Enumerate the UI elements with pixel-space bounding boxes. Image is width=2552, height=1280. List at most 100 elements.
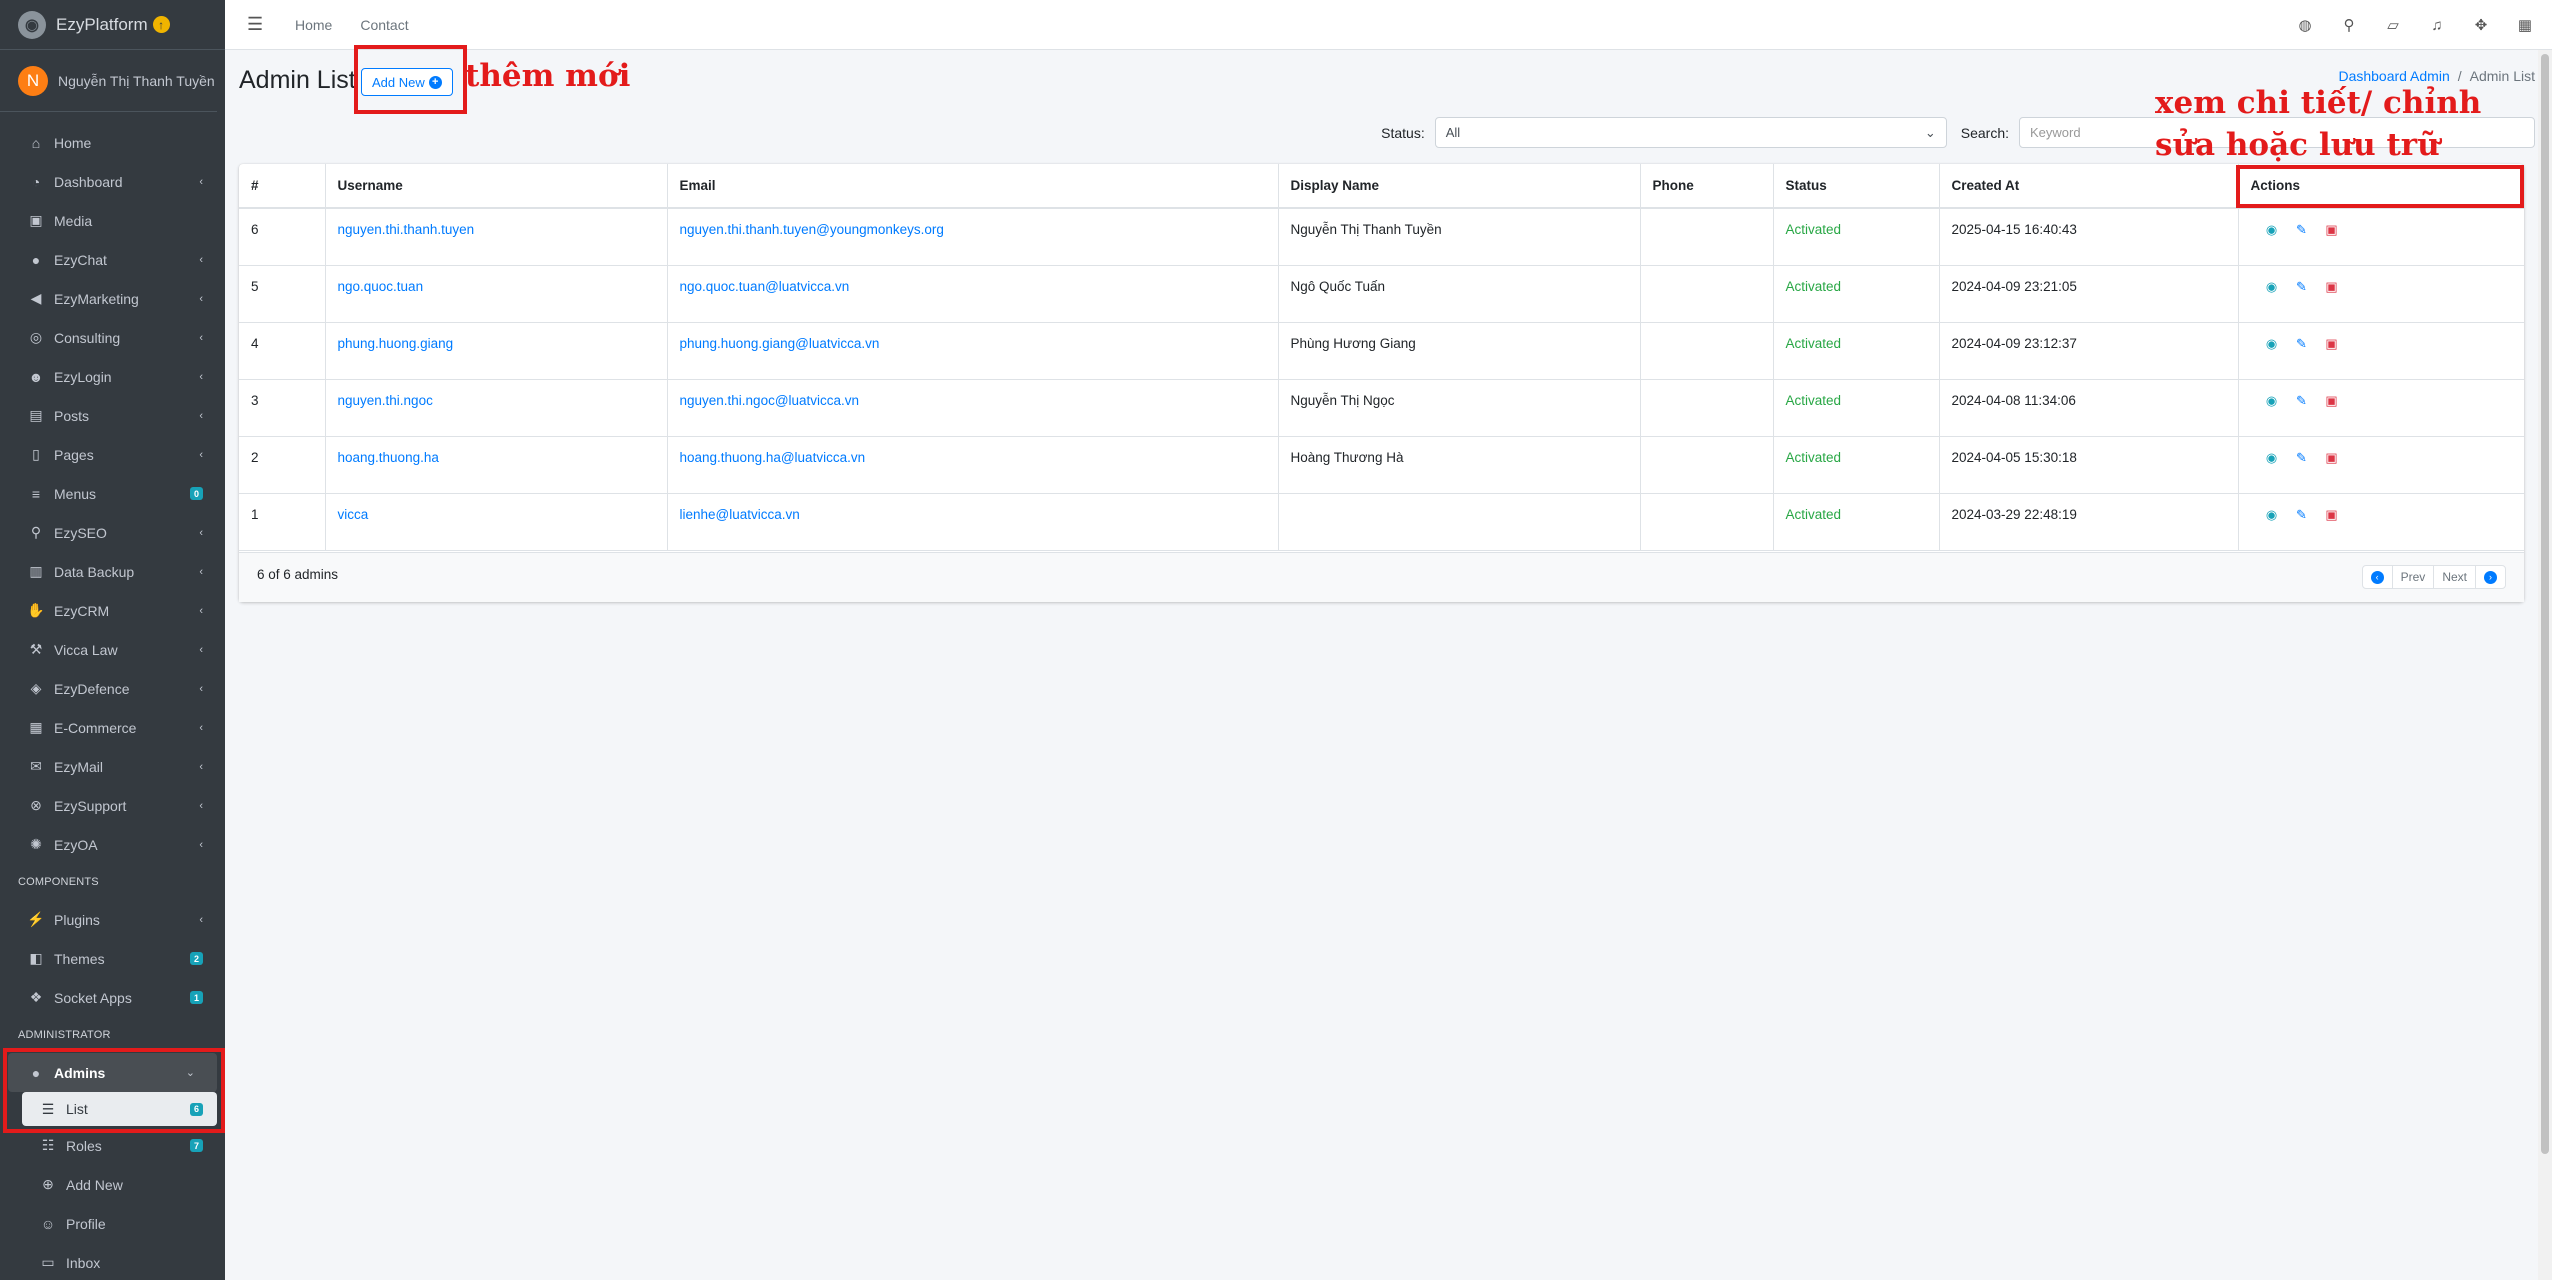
page-scrollbar[interactable] [2538,50,2552,1280]
sidebar-item-vicca-law[interactable]: ⚒ Vicca Law ‹ [0,630,225,669]
view-eye-icon[interactable]: ◉ [2264,507,2280,523]
chevron-icon: ‹ [199,604,203,617]
scroll-thumb[interactable] [2541,54,2549,1154]
chevron-icon: ‹ [199,253,203,266]
archive-icon[interactable]: ▣ [2324,222,2340,238]
search-icon[interactable]: ⚲ [2340,16,2358,34]
sidebar-item-ezylogin[interactable]: ☻ EzyLogin ‹ [0,357,225,396]
view-eye-icon[interactable]: ◉ [2264,393,2280,409]
lifebuoy-icon: ⊗ [30,797,42,813]
sidebar-item-ezymail[interactable]: ✉ EzyMail ‹ [0,747,225,786]
cell-username-link[interactable]: ngo.quoc.tuan [325,265,668,323]
edit-icon[interactable]: ✎ [2294,222,2310,238]
cell-username-link[interactable]: hoang.thuong.ha [325,436,668,494]
sidebar-item-posts[interactable]: ▤ Posts ‹ [0,396,225,435]
cell-username-link[interactable]: vicca [325,493,668,551]
sidebar-item-add-new[interactable]: ⊕ Add New [0,1165,225,1204]
edit-icon[interactable]: ✎ [2294,507,2310,523]
sidebar-item-socket-apps[interactable]: ❖ Socket Apps 1 [0,978,225,1017]
archive-icon[interactable]: ▣ [2324,336,2340,352]
sidebar-item-label: EzySEO [54,524,107,541]
chevron-icon: ‹ [199,838,203,851]
sidebar-item-dashboard[interactable]: ◔ Dashboard ‹ [0,162,225,201]
prev-button[interactable]: Prev [2393,566,2435,588]
sidebar-item-profile[interactable]: ☺ Profile [0,1204,225,1243]
sidebar-item-label: Plugins [54,911,100,928]
bell-icon[interactable]: ♫ [2428,16,2446,34]
cell-email-link[interactable]: nguyen.thi.ngoc@luatvicca.vn [667,379,1279,437]
cell-email-link[interactable]: nguyen.thi.thanh.tuyen@youngmonkeys.org [667,208,1279,266]
next-button[interactable]: Next [2434,566,2476,588]
cell-phone [1640,379,1774,437]
cell-username-link[interactable]: nguyen.thi.thanh.tuyen [325,208,668,266]
sidebar-item-inbox[interactable]: ▭ Inbox [0,1243,225,1280]
sidebar-item-ezyoa[interactable]: ✺ EzyOA ‹ [0,825,225,864]
view-eye-icon[interactable]: ◉ [2264,279,2280,295]
view-eye-icon[interactable]: ◉ [2264,450,2280,466]
sidebar-item-label: EzyDefence [54,680,130,697]
sidebar-item-media[interactable]: ▣ Media [0,201,225,240]
cell-phone [1640,265,1774,323]
language-icon[interactable]: ◍ [2296,16,2314,34]
sidebar-item-ezysupport[interactable]: ⊗ EzySupport ‹ [0,786,225,825]
top-link-home[interactable]: Home [295,17,332,33]
list-icon: ☰ [41,1100,55,1117]
view-eye-icon[interactable]: ◉ [2264,336,2280,352]
last-page-button[interactable]: › [2476,566,2505,588]
sidebar-item-ezydefence[interactable]: ◈ EzyDefence ‹ [0,669,225,708]
archive-icon[interactable]: ▣ [2324,279,2340,295]
cell-username-link[interactable]: phung.huong.giang [325,322,668,380]
sidebar-item-label: Vicca Law [54,641,118,658]
archive-icon[interactable]: ▣ [2324,393,2340,409]
brand[interactable]: ◉ EzyPlatform ↑ [0,0,225,50]
expand-icon[interactable]: ✥ [2472,16,2490,34]
menu-toggle-icon[interactable]: ☰ [247,14,267,35]
status-select[interactable]: All ⌄ [1434,117,1947,148]
cell-email-link[interactable]: hoang.thuong.ha@luatvicca.vn [667,436,1279,494]
sidebar-item-data-backup[interactable]: ▥ Data Backup ‹ [0,552,225,591]
breadcrumb-dashboard-link[interactable]: Dashboard Admin [2338,68,2449,84]
user-panel[interactable]: N Nguyễn Thị Thanh Tuyền [0,50,217,112]
first-page-button[interactable]: ‹ [2363,566,2393,588]
sidebar-item-ezycrm[interactable]: ✋ EzyCRM ‹ [0,591,225,630]
sidebar-item-home[interactable]: ⌂ Home [0,123,225,162]
sidebar-item-themes[interactable]: ◧ Themes 2 [0,939,225,978]
edit-icon[interactable]: ✎ [2294,279,2310,295]
archive-icon[interactable]: ▣ [2324,507,2340,523]
edit-icon[interactable]: ✎ [2294,336,2310,352]
cell-email-link[interactable]: phung.huong.giang@luatvicca.vn [667,322,1279,380]
view-eye-icon[interactable]: ◉ [2264,222,2280,238]
annotation-actions-line2: sửa hoặc lưu trữ [2155,126,2440,163]
sidebar-item-menus[interactable]: ≡ Menus 0 [0,474,225,513]
sidebar-item-e-commerce[interactable]: ▦ E-Commerce ‹ [0,708,225,747]
upgrade-icon[interactable]: ↑ [152,16,170,33]
edit-icon[interactable]: ✎ [2294,393,2310,409]
cell-username-link[interactable]: nguyen.thi.ngoc [325,379,668,437]
sidebar-item-label: Dashboard [54,173,123,190]
sidebar-item-list[interactable]: ☰ List 6 [22,1092,217,1126]
table-row: 1 vicca lienhe@luatvicca.vn Activated 2024-0… [239,493,2524,551]
comments-icon[interactable]: ▱ [2384,16,2402,34]
sidebar-item-pages[interactable]: ▯ Pages ‹ [0,435,225,474]
cell-email-link[interactable]: ngo.quoc.tuan@luatvicca.vn [667,265,1279,323]
archive-icon[interactable]: ▣ [2324,450,2340,466]
column-header-id: # [239,164,326,209]
sidebar-item-admins[interactable]: ● Admins ⌄ [8,1053,217,1092]
apps-grid-icon[interactable]: ▦ [2516,16,2534,34]
sidebar-item-ezyseo[interactable]: ⚲ EzySEO ‹ [0,513,225,552]
sidebar-item-roles[interactable]: ☷ Roles 7 [0,1126,225,1165]
edit-icon[interactable]: ✎ [2294,450,2310,466]
chevron-icon: ‹ [199,448,203,461]
cell-created-at: 2024-04-09 23:12:37 [1939,322,2239,380]
sidebar-item-plugins[interactable]: ⚡ Plugins ‹ [0,900,225,939]
sidebar-item-consulting[interactable]: ◎ Consulting ‹ [0,318,225,357]
sidebar-item-ezymarketing[interactable]: ◀ EzyMarketing ‹ [0,279,225,318]
cell-email-link[interactable]: lienhe@luatvicca.vn [667,493,1279,551]
search-plus-icon: ⚲ [30,524,42,540]
row-actions: ◉ ✎ ▣ [2251,273,2525,295]
chevron-icon: ‹ [199,913,203,926]
sidebar-item-ezychat[interactable]: ● EzyChat ‹ [0,240,225,279]
cell-id: 1 [239,493,326,551]
top-link-contact[interactable]: Contact [360,17,408,33]
add-new-button[interactable]: Add New + [361,68,453,96]
